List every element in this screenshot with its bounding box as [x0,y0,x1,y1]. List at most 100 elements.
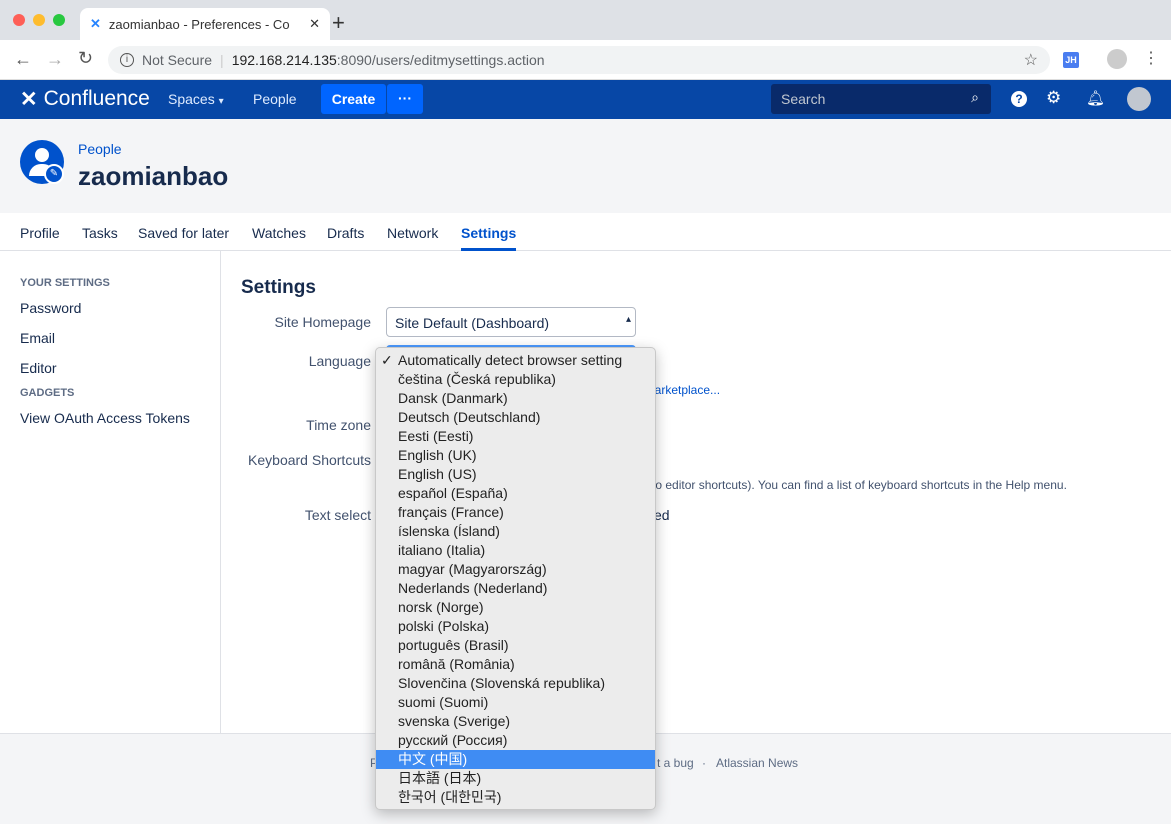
help-icon[interactable]: ? [1011,91,1027,107]
close-window-button[interactable] [13,14,25,26]
back-button[interactable]: ← [14,49,32,70]
language-option[interactable]: íslenska (Ísland) [376,522,655,541]
language-option[interactable]: Eesti (Eesti) [376,427,655,446]
language-option[interactable]: 日本語 (日本) [376,769,655,788]
browser-tab-strip: ✕ zaomianbao - Preferences - Co ✕ + [0,0,1171,40]
tab-drafts[interactable]: Drafts [327,225,364,241]
search-icon[interactable]: ⌕ [971,89,979,106]
atlassian-news-link[interactable]: Atlassian News [716,756,798,770]
language-option-label: 日本語 (日本) [398,770,482,786]
more-create-button[interactable]: ··· [387,84,423,114]
language-option[interactable]: español (España) [376,484,655,503]
language-option[interactable]: suomi (Suomi) [376,693,655,712]
language-option[interactable]: magyar (Magyarország) [376,560,655,579]
gear-icon[interactable]: ⚙ [1046,88,1061,108]
minimize-window-button[interactable] [33,14,45,26]
language-option-label: français (France) [398,504,504,520]
language-option[interactable]: 中文 (中国) [376,750,655,769]
notifications-icon[interactable]: 🔔︎ [1086,89,1105,107]
sidebar-item-editor[interactable]: Editor [20,360,57,376]
language-dropdown[interactable]: ✓ Automatically detect browser setting češ… [375,347,656,810]
chevron-down-icon: ▾ [218,96,224,107]
edit-pencil-icon: ✎ [44,164,64,184]
checkmark-icon: ✓ [381,352,393,368]
language-option[interactable]: 한국어 (대한민국) [376,788,655,807]
select-arrows-icon: ▴ [625,314,631,325]
bookmark-star-icon[interactable]: ☆ [1024,50,1038,70]
language-option[interactable]: polski (Polska) [376,617,655,636]
site-homepage-label: Site Homepage [274,314,371,330]
search-input[interactable]: Search ⌕ [771,84,991,114]
spaces-menu[interactable]: Spaces ▾ [168,91,224,107]
language-option-label: norsk (Norge) [398,599,484,615]
language-option-label: Nederlands (Nederland) [398,580,548,596]
keyboard-shortcuts-help: to editor shortcuts). You can find a lis… [652,478,1067,492]
language-option[interactable]: português (Brasil) [376,636,655,655]
language-option-label: italiano (Italia) [398,542,486,558]
create-button[interactable]: Create [321,84,386,114]
report-bug-link[interactable]: t a bug [657,756,694,770]
browser-tab[interactable]: ✕ zaomianbao - Preferences - Co ✕ [80,8,330,40]
menu-kebab-icon[interactable]: ⋮ [1143,48,1159,68]
language-option-label: čeština (Česká republika) [398,371,556,387]
close-tab-icon[interactable]: ✕ [309,16,320,32]
profile-avatar-icon[interactable] [1107,49,1127,69]
language-option[interactable]: English (US) [376,465,655,484]
language-option[interactable]: Nederlands (Nederland) [376,579,655,598]
language-option[interactable]: Slovenčina (Slovenská republika) [376,674,655,693]
tab-network[interactable]: Network [387,225,438,241]
sidebar-item-email[interactable]: Email [20,330,55,346]
language-option[interactable]: norsk (Norge) [376,598,655,617]
gadgets-heading: GADGETS [20,387,75,399]
language-option-label: íslenska (Ísland) [398,523,500,539]
language-option-label: română (România) [398,656,515,672]
profile-header: ✎ People zaomianbao [0,119,1171,213]
language-option-label: 한국어 (대한민국) [398,789,502,805]
url-host: 192.168.214.135 [231,52,337,68]
language-option[interactable]: Dansk (Danmark) [376,389,655,408]
people-link[interactable]: People [253,91,297,107]
tab-saved-for-later[interactable]: Saved for later [138,225,229,241]
confluence-favicon-icon: ✕ [90,16,101,31]
language-option[interactable]: Deutsch (Deutschland) [376,408,655,427]
language-option-label: Dansk (Danmark) [398,390,508,406]
your-settings-heading: YOUR SETTINGS [20,277,110,289]
language-option-label: Slovenčina (Slovenská republika) [398,675,605,691]
language-option[interactable]: English (UK) [376,446,655,465]
language-option[interactable]: français (France) [376,503,655,522]
text-select-label: Text select [304,507,371,523]
settings-title: Settings [241,277,316,298]
breadcrumb[interactable]: People [78,141,122,157]
language-option[interactable]: čeština (Česká republika) [376,370,655,389]
reload-button[interactable]: ↻ [78,48,93,69]
extension-badge[interactable]: JH [1063,52,1079,68]
language-option-label: polski (Polska) [398,618,490,634]
language-option-label: español (España) [398,485,508,501]
tab-tasks[interactable]: Tasks [82,225,118,241]
tab-profile[interactable]: Profile [20,225,60,241]
language-option[interactable]: русский (Россия) [376,731,655,750]
tab-watches[interactable]: Watches [252,225,306,241]
maximize-window-button[interactable] [53,14,65,26]
language-option[interactable]: italiano (Italia) [376,541,655,560]
language-option-label: русский (Россия) [398,732,508,748]
language-option[interactable]: svenska (Sverige) [376,712,655,731]
browser-toolbar: ← → ↻ i Not Secure | 192.168.214.135:809… [0,40,1171,80]
forward-button[interactable]: → [46,49,64,70]
language-option[interactable]: ✓ Automatically detect browser setting [376,351,655,370]
tab-settings[interactable]: Settings [461,225,517,251]
confluence-logo-icon: ✕ [20,88,38,111]
language-option[interactable]: română (România) [376,655,655,674]
user-avatar[interactable] [1127,87,1151,111]
info-icon[interactable]: i [120,53,134,67]
sidebar-item-password[interactable]: Password [20,300,81,316]
site-homepage-select[interactable]: Site Default (Dashboard) ▴ [386,307,636,337]
language-option-label: svenska (Sverige) [398,713,511,729]
new-tab-button[interactable]: + [332,10,345,36]
confluence-logo[interactable]: ✕ Confluence [20,87,150,112]
confluence-top-nav: ✕ Confluence Spaces ▾ People Create ··· S… [0,80,1171,119]
address-bar[interactable]: i Not Secure | 192.168.214.135:8090/user… [108,46,1050,74]
marketplace-link[interactable]: larketplace... [652,383,720,397]
sidebar-item-oauth-tokens[interactable]: View OAuth Access Tokens [20,410,190,426]
time-zone-label: Time zone [306,417,371,433]
